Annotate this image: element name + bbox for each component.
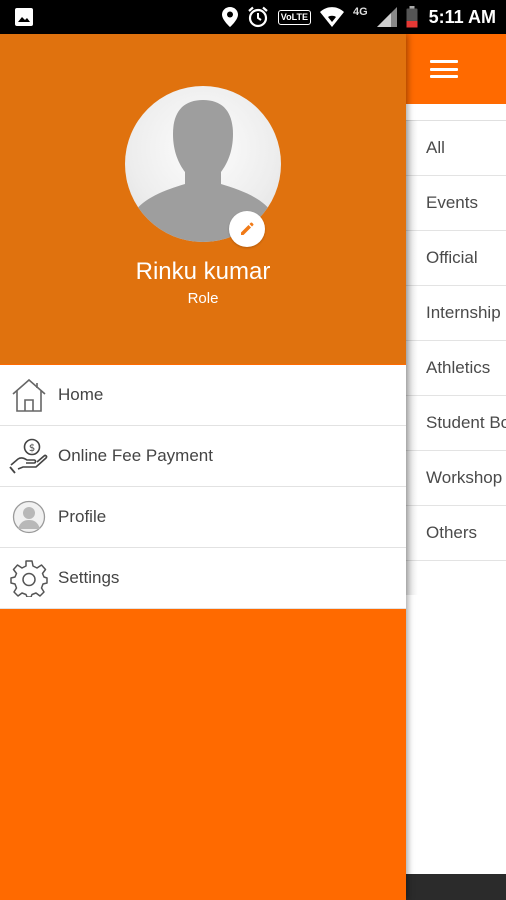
category-item-all[interactable]: All <box>406 121 506 176</box>
fee-payment-icon: $ <box>0 426 58 487</box>
menu-item-home[interactable]: Home <box>0 365 406 426</box>
image-icon <box>14 7 34 27</box>
clock: 5:11 AM <box>428 6 496 27</box>
drawer-header: Rinku kumar Role <box>0 34 406 364</box>
user-role: Role <box>187 290 219 307</box>
status-bar: VoLTE 4G 5:11 AM <box>0 0 506 34</box>
edit-profile-button[interactable] <box>229 211 265 247</box>
menu-item-settings[interactable]: Settings <box>0 548 406 609</box>
category-item-student-body[interactable]: Student Bo <box>406 396 506 451</box>
menu-item-label: Profile <box>58 507 107 526</box>
alarm-icon <box>247 6 269 28</box>
category-item-official[interactable]: Official <box>406 231 506 286</box>
menu-icon[interactable] <box>430 60 458 78</box>
signal-icon <box>376 7 397 27</box>
category-item-events[interactable]: Events <box>406 176 506 231</box>
category-item-workshop[interactable]: Workshop <box>406 451 506 506</box>
menu-item-label: Home <box>58 385 104 404</box>
navigation-drawer: Rinku kumar Role Home $ Online Fee Payme… <box>0 34 406 900</box>
category-item-internship[interactable]: Internship <box>406 286 506 341</box>
pencil-icon <box>241 222 254 235</box>
menu-item-online-fee-payment[interactable]: $ Online Fee Payment <box>0 426 406 487</box>
category-item-others[interactable]: Others <box>406 506 506 561</box>
volte-icon: VoLTE <box>277 9 311 25</box>
battery-icon <box>406 6 418 28</box>
profile-icon <box>0 487 58 548</box>
wifi-icon <box>319 7 344 27</box>
location-icon <box>221 7 238 27</box>
svg-text:$: $ <box>29 443 35 454</box>
menu-item-label: Online Fee Payment <box>58 446 213 465</box>
menu-item-label: Settings <box>58 568 120 587</box>
user-name: Rinku kumar <box>135 258 271 285</box>
drawer-shadow <box>406 120 418 595</box>
gear-icon <box>0 548 58 609</box>
category-list: All Events Official Internship Athletics… <box>406 120 506 561</box>
home-icon <box>0 365 58 426</box>
menu-item-profile[interactable]: Profile <box>0 487 406 548</box>
bottom-bar <box>406 874 506 900</box>
category-item-athletics[interactable]: Athletics <box>406 341 506 396</box>
network-type: 4G <box>352 6 368 18</box>
drawer-menu: Home $ Online Fee Payment Profile Settin… <box>0 365 406 609</box>
